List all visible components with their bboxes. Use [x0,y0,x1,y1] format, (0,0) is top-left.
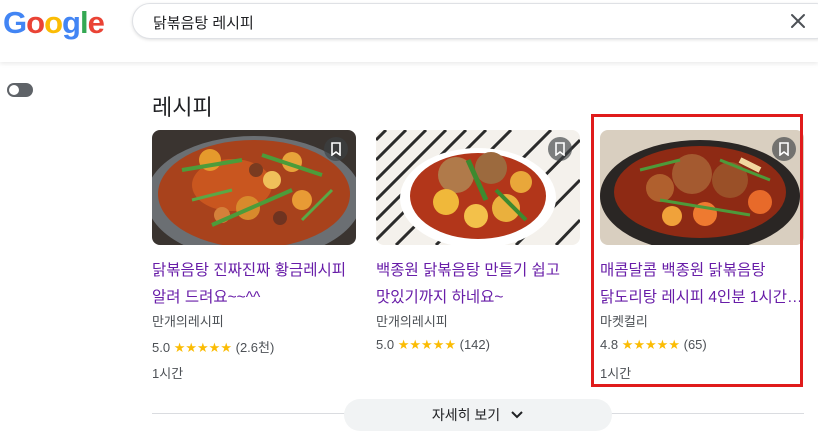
toggle-switch[interactable] [7,83,33,97]
rating-value: 4.8 [600,337,619,352]
google-logo[interactable]: Google [3,4,105,42]
section-title: 레시피 [152,95,213,120]
recipe-card[interactable]: 매콤달콤 백종원 닭볶음탕 닭도리탕 레시피 4인분 1시간 … 마켓컬리 4.… [600,130,804,385]
search-box[interactable]: 닭볶음탕 레시피 [132,3,818,39]
toggle-knob [9,85,19,95]
clear-search-button[interactable] [787,10,809,32]
rating-value: 5.0 [152,340,171,355]
review-count: (65) [683,337,707,352]
review-count: (2.6천) [235,340,275,355]
bookmark-button[interactable] [548,137,572,161]
cook-time: 1시간 [152,366,184,381]
top-header: Google 닭볶음탕 레시피 [0,0,818,62]
bookmark-button[interactable] [324,137,348,161]
recipe-title[interactable]: 매콤달콤 백종원 닭볶음탕 닭도리탕 레시피 4인분 1시간 … [600,257,804,311]
chevron-down-icon [511,411,523,419]
bookmark-icon [779,142,789,156]
bookmark-button[interactable] [772,137,796,161]
recipe-card[interactable]: 백종원 닭볶음탕 만들기 쉽고 맛있기까지 하네요~ 만개의레시피 5.0 ★★… [376,130,580,385]
bookmark-icon [331,142,341,156]
star-rating-icon: ★★★★★ [621,337,680,352]
show-more-label: 자세히 보기 [431,407,501,423]
bookmark-icon [555,142,565,156]
recipe-thumbnail[interactable] [600,130,804,245]
review-count: (142) [459,337,490,352]
recipe-source: 만개의레시피 [152,314,224,329]
close-icon [791,14,805,28]
recipe-card[interactable]: 닭볶음탕 진짜진짜 황금레시피 알려 드려요~~^^ 만개의레시피 5.0 ★★… [152,130,356,385]
star-rating-icon: ★★★★★ [173,340,232,355]
search-input[interactable]: 닭볶음탕 레시피 [153,12,254,33]
recipe-rating: 4.8 ★★★★★ (65) [600,337,707,353]
recipe-thumbnail[interactable] [152,130,356,245]
recipe-rating: 5.0 ★★★★★ (142) [376,337,490,353]
star-rating-icon: ★★★★★ [397,337,456,352]
show-more-button[interactable]: 자세히 보기 [344,399,612,431]
cook-time: 1시간 [600,366,632,381]
recipe-rating: 5.0 ★★★★★ (2.6천) [152,337,274,356]
recipe-source: 만개의레시피 [376,314,448,329]
recipe-title[interactable]: 닭볶음탕 진짜진짜 황금레시피 알려 드려요~~^^ [152,257,356,311]
recipe-source: 마켓컬리 [600,314,648,329]
recipe-thumbnail[interactable] [376,130,580,245]
rating-value: 5.0 [376,337,395,352]
recipe-title[interactable]: 백종원 닭볶음탕 만들기 쉽고 맛있기까지 하네요~ [376,257,580,311]
